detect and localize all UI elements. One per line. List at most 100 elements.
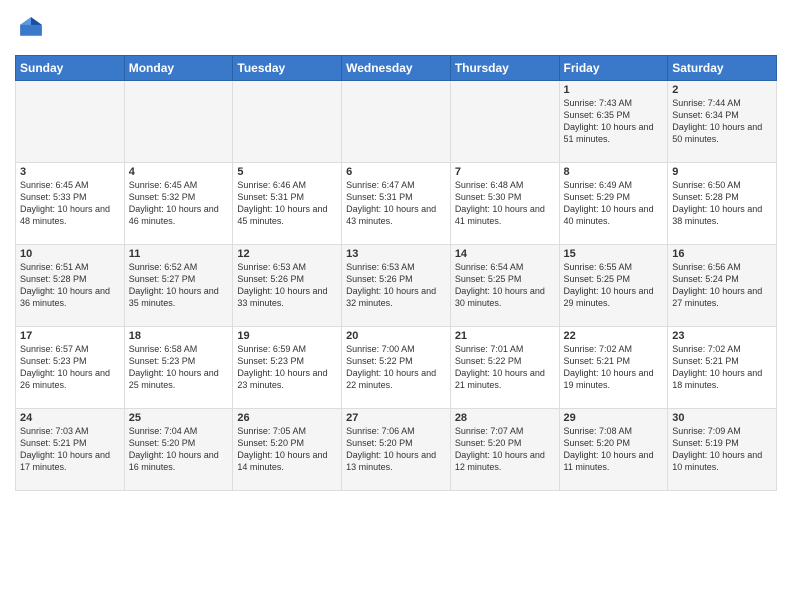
weekday-header-wednesday: Wednesday (342, 56, 451, 81)
calendar-empty-cell (16, 81, 125, 163)
day-number: 26 (237, 412, 337, 424)
day-info: Sunrise: 7:44 AM Sunset: 6:34 PM Dayligh… (672, 97, 772, 146)
day-info: Sunrise: 7:01 AM Sunset: 5:22 PM Dayligh… (455, 343, 555, 392)
day-info: Sunrise: 7:05 AM Sunset: 5:20 PM Dayligh… (237, 425, 337, 474)
day-number: 3 (20, 166, 120, 178)
weekday-header-friday: Friday (559, 56, 668, 81)
calendar-day-25: 25Sunrise: 7:04 AM Sunset: 5:20 PM Dayli… (124, 409, 233, 491)
day-number: 24 (20, 412, 120, 424)
day-number: 17 (20, 330, 120, 342)
day-number: 5 (237, 166, 337, 178)
day-number: 8 (564, 166, 664, 178)
day-number: 18 (129, 330, 229, 342)
calendar-day-15: 15Sunrise: 6:55 AM Sunset: 5:25 PM Dayli… (559, 245, 668, 327)
calendar-day-5: 5Sunrise: 6:46 AM Sunset: 5:31 PM Daylig… (233, 163, 342, 245)
day-info: Sunrise: 7:04 AM Sunset: 5:20 PM Dayligh… (129, 425, 229, 474)
day-number: 15 (564, 248, 664, 260)
weekday-header-tuesday: Tuesday (233, 56, 342, 81)
calendar-week-row: 3Sunrise: 6:45 AM Sunset: 5:33 PM Daylig… (16, 163, 777, 245)
calendar-week-row: 1Sunrise: 7:43 AM Sunset: 6:35 PM Daylig… (16, 81, 777, 163)
calendar-day-6: 6Sunrise: 6:47 AM Sunset: 5:31 PM Daylig… (342, 163, 451, 245)
day-info: Sunrise: 6:46 AM Sunset: 5:31 PM Dayligh… (237, 179, 337, 228)
calendar-table: SundayMondayTuesdayWednesdayThursdayFrid… (15, 55, 777, 491)
day-info: Sunrise: 7:00 AM Sunset: 5:22 PM Dayligh… (346, 343, 446, 392)
calendar-day-30: 30Sunrise: 7:09 AM Sunset: 5:19 PM Dayli… (668, 409, 777, 491)
weekday-header-row: SundayMondayTuesdayWednesdayThursdayFrid… (16, 56, 777, 81)
calendar-day-29: 29Sunrise: 7:08 AM Sunset: 5:20 PM Dayli… (559, 409, 668, 491)
calendar-week-row: 10Sunrise: 6:51 AM Sunset: 5:28 PM Dayli… (16, 245, 777, 327)
day-number: 21 (455, 330, 555, 342)
day-info: Sunrise: 6:58 AM Sunset: 5:23 PM Dayligh… (129, 343, 229, 392)
calendar-day-22: 22Sunrise: 7:02 AM Sunset: 5:21 PM Dayli… (559, 327, 668, 409)
page: SundayMondayTuesdayWednesdayThursdayFrid… (0, 0, 792, 506)
day-number: 7 (455, 166, 555, 178)
day-info: Sunrise: 7:06 AM Sunset: 5:20 PM Dayligh… (346, 425, 446, 474)
day-number: 10 (20, 248, 120, 260)
day-info: Sunrise: 7:09 AM Sunset: 5:19 PM Dayligh… (672, 425, 772, 474)
weekday-header-monday: Monday (124, 56, 233, 81)
calendar-day-24: 24Sunrise: 7:03 AM Sunset: 5:21 PM Dayli… (16, 409, 125, 491)
day-number: 30 (672, 412, 772, 424)
day-number: 16 (672, 248, 772, 260)
day-number: 2 (672, 84, 772, 96)
day-number: 23 (672, 330, 772, 342)
day-number: 14 (455, 248, 555, 260)
calendar-day-10: 10Sunrise: 6:51 AM Sunset: 5:28 PM Dayli… (16, 245, 125, 327)
calendar-day-17: 17Sunrise: 6:57 AM Sunset: 5:23 PM Dayli… (16, 327, 125, 409)
day-number: 1 (564, 84, 664, 96)
day-info: Sunrise: 6:55 AM Sunset: 5:25 PM Dayligh… (564, 261, 664, 310)
calendar-day-14: 14Sunrise: 6:54 AM Sunset: 5:25 PM Dayli… (450, 245, 559, 327)
day-info: Sunrise: 6:59 AM Sunset: 5:23 PM Dayligh… (237, 343, 337, 392)
day-number: 11 (129, 248, 229, 260)
calendar-day-16: 16Sunrise: 6:56 AM Sunset: 5:24 PM Dayli… (668, 245, 777, 327)
day-info: Sunrise: 6:53 AM Sunset: 5:26 PM Dayligh… (346, 261, 446, 310)
header (15, 10, 777, 47)
calendar-day-2: 2Sunrise: 7:44 AM Sunset: 6:34 PM Daylig… (668, 81, 777, 163)
weekday-header-saturday: Saturday (668, 56, 777, 81)
day-number: 13 (346, 248, 446, 260)
day-info: Sunrise: 6:57 AM Sunset: 5:23 PM Dayligh… (20, 343, 120, 392)
calendar-day-26: 26Sunrise: 7:05 AM Sunset: 5:20 PM Dayli… (233, 409, 342, 491)
day-info: Sunrise: 6:45 AM Sunset: 5:32 PM Dayligh… (129, 179, 229, 228)
day-number: 22 (564, 330, 664, 342)
calendar-week-row: 24Sunrise: 7:03 AM Sunset: 5:21 PM Dayli… (16, 409, 777, 491)
calendar-day-18: 18Sunrise: 6:58 AM Sunset: 5:23 PM Dayli… (124, 327, 233, 409)
calendar-empty-cell (124, 81, 233, 163)
logo (15, 14, 49, 47)
day-number: 4 (129, 166, 229, 178)
day-info: Sunrise: 6:53 AM Sunset: 5:26 PM Dayligh… (237, 261, 337, 310)
calendar-day-1: 1Sunrise: 7:43 AM Sunset: 6:35 PM Daylig… (559, 81, 668, 163)
day-info: Sunrise: 6:48 AM Sunset: 5:30 PM Dayligh… (455, 179, 555, 228)
day-number: 6 (346, 166, 446, 178)
day-info: Sunrise: 7:07 AM Sunset: 5:20 PM Dayligh… (455, 425, 555, 474)
day-number: 27 (346, 412, 446, 424)
weekday-header-thursday: Thursday (450, 56, 559, 81)
calendar-day-7: 7Sunrise: 6:48 AM Sunset: 5:30 PM Daylig… (450, 163, 559, 245)
day-number: 28 (455, 412, 555, 424)
day-number: 25 (129, 412, 229, 424)
day-info: Sunrise: 6:56 AM Sunset: 5:24 PM Dayligh… (672, 261, 772, 310)
calendar-day-19: 19Sunrise: 6:59 AM Sunset: 5:23 PM Dayli… (233, 327, 342, 409)
calendar-day-9: 9Sunrise: 6:50 AM Sunset: 5:28 PM Daylig… (668, 163, 777, 245)
weekday-header-sunday: Sunday (16, 56, 125, 81)
day-info: Sunrise: 6:49 AM Sunset: 5:29 PM Dayligh… (564, 179, 664, 228)
day-number: 12 (237, 248, 337, 260)
calendar-empty-cell (342, 81, 451, 163)
calendar-empty-cell (450, 81, 559, 163)
calendar-week-row: 17Sunrise: 6:57 AM Sunset: 5:23 PM Dayli… (16, 327, 777, 409)
day-info: Sunrise: 6:50 AM Sunset: 5:28 PM Dayligh… (672, 179, 772, 228)
calendar-day-8: 8Sunrise: 6:49 AM Sunset: 5:29 PM Daylig… (559, 163, 668, 245)
day-info: Sunrise: 7:02 AM Sunset: 5:21 PM Dayligh… (672, 343, 772, 392)
calendar-day-23: 23Sunrise: 7:02 AM Sunset: 5:21 PM Dayli… (668, 327, 777, 409)
calendar-day-12: 12Sunrise: 6:53 AM Sunset: 5:26 PM Dayli… (233, 245, 342, 327)
calendar-day-3: 3Sunrise: 6:45 AM Sunset: 5:33 PM Daylig… (16, 163, 125, 245)
day-info: Sunrise: 7:43 AM Sunset: 6:35 PM Dayligh… (564, 97, 664, 146)
day-info: Sunrise: 6:51 AM Sunset: 5:28 PM Dayligh… (20, 261, 120, 310)
calendar-day-4: 4Sunrise: 6:45 AM Sunset: 5:32 PM Daylig… (124, 163, 233, 245)
day-info: Sunrise: 6:47 AM Sunset: 5:31 PM Dayligh… (346, 179, 446, 228)
day-info: Sunrise: 6:45 AM Sunset: 5:33 PM Dayligh… (20, 179, 120, 228)
calendar-day-13: 13Sunrise: 6:53 AM Sunset: 5:26 PM Dayli… (342, 245, 451, 327)
day-info: Sunrise: 6:54 AM Sunset: 5:25 PM Dayligh… (455, 261, 555, 310)
day-number: 19 (237, 330, 337, 342)
calendar-day-27: 27Sunrise: 7:06 AM Sunset: 5:20 PM Dayli… (342, 409, 451, 491)
